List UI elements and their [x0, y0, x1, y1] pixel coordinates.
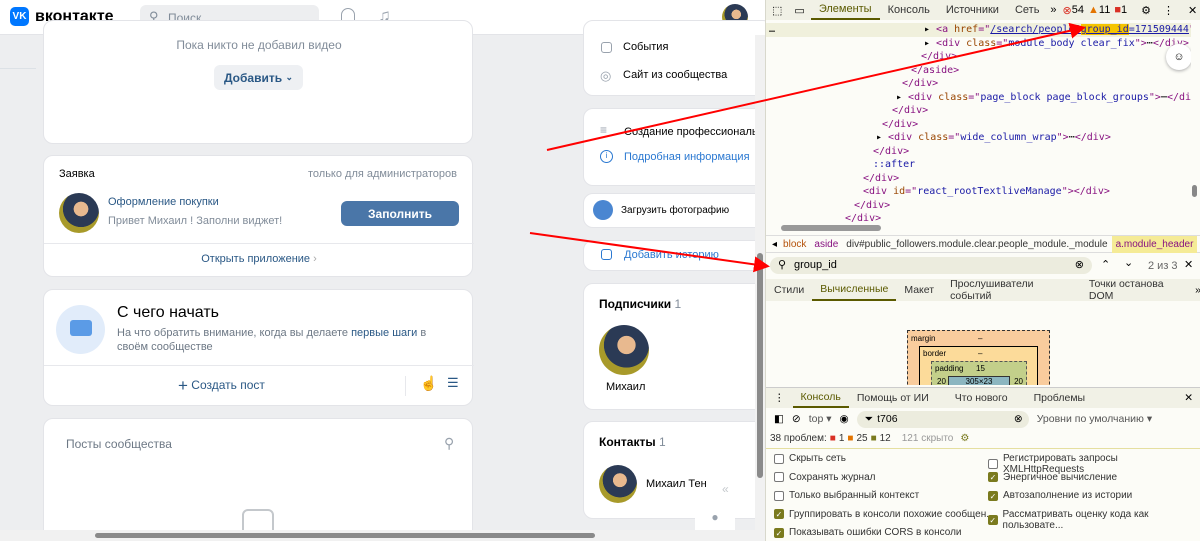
red-arrow — [546, 22, 1086, 151]
annotation-arrows — [529, 22, 1086, 273]
red-arrow — [529, 232, 770, 273]
